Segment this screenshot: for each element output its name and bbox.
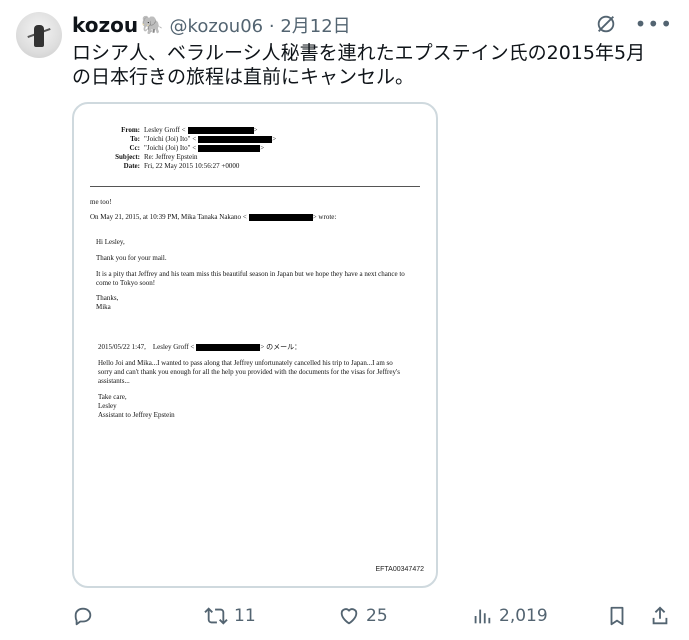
date-label: Date: (123, 162, 140, 170)
to-label: To: (130, 135, 140, 143)
email-document: From: Lesley Groff < > To: "Joichi (Joi) … (84, 114, 426, 576)
redaction-bar (198, 145, 261, 152)
sign-lesley: Lesley (98, 402, 117, 410)
from-row: From: Lesley Groff < > (84, 126, 424, 135)
tweet-date[interactable]: 2月12日 (280, 16, 350, 37)
author-handle-date: @kozou06 · 2月12日 (170, 12, 351, 38)
author-name[interactable]: kozou (72, 13, 138, 37)
share-icon (652, 606, 668, 625)
grok-icon[interactable] (595, 13, 617, 35)
retweet-icon (204, 607, 228, 625)
assistant-line: Assistant to Jeffrey Epstein (98, 411, 175, 419)
tweet-text-line-1: ロシア人、ベラルーシ人秘書を連れたエプステイン氏の2015年5月 (72, 42, 646, 64)
tweet-header: kozou 🐘 @kozou06 · 2月12日 ••• (72, 12, 673, 38)
header-icons: ••• (595, 12, 673, 36)
more-icon[interactable]: ••• (635, 12, 673, 36)
author-handle[interactable]: @kozou06 (170, 16, 264, 37)
avatar[interactable] (16, 12, 62, 58)
views-icon (474, 609, 491, 624)
greeting: Hi Lesley, (96, 238, 125, 246)
from-label: From: (121, 126, 140, 134)
date-row: Date: Fri, 22 May 2015 10:56:27 +0000 (84, 162, 424, 171)
bookmark-button[interactable] (607, 600, 627, 632)
reply-icon (74, 607, 92, 626)
from-value: Lesley Groff < (144, 126, 186, 134)
like-button[interactable]: 25 (338, 600, 388, 632)
tweet-text-line-2: の日本行きの旅程は直前にキャンセル。 (72, 66, 415, 88)
separator: · (268, 16, 275, 37)
retweet-count: 11 (234, 606, 256, 626)
thanks-line: Thanks, (96, 294, 119, 302)
cc-row: Cc: "Joichi (Joi) Ito" < > (84, 144, 424, 153)
quote-line-2: sorry and can't thank you enough for all… (98, 368, 400, 376)
cc-value: "Joichi (Joi) Ito" < (144, 144, 197, 152)
quote-line-1: Hello Joi and Mika...I wanted to pass al… (98, 359, 393, 367)
quote-line-3: assistants... (98, 377, 130, 385)
quote-header: 2015/05/22 1:47, Lesley Groff < > のメール： (98, 343, 420, 352)
to-row: To: "Joichi (Joi) Ito" < > (84, 135, 424, 144)
subject-row: Subject: Re: Jeffrey Epstein (84, 153, 424, 162)
heart-icon (340, 608, 358, 625)
on-date-prefix: On May 21, 2015, at 10:39 PM, Mika Tanak… (90, 213, 247, 221)
action-bar: 11 25 2,019 (72, 600, 672, 632)
redaction-bar (187, 127, 254, 134)
cc-label: Cc: (129, 144, 141, 152)
thanks-mail: Thank you for your mail. (96, 254, 167, 262)
views-button[interactable]: 2,019 (471, 600, 548, 632)
on-date-suffix: > wrote: (312, 213, 337, 221)
like-count: 25 (366, 606, 388, 626)
retweet-button[interactable]: 11 (204, 600, 256, 632)
take-care: Take care, (98, 393, 127, 401)
tweet-text: ロシア人、ベラルーシ人秘書を連れたエプステイン氏の2015年5月 の日本行きの旅… (72, 41, 672, 89)
reply-button[interactable] (72, 600, 94, 632)
quote-header-suffix: > のメール： (260, 343, 302, 351)
divider (90, 186, 420, 187)
quote-header-prefix: 2015/05/22 1:47, Lesley Groff < (98, 343, 195, 351)
to-value: "Joichi (Joi) Ito" < (144, 135, 197, 143)
elephant-icon: 🐘 (141, 14, 164, 36)
me-too-line: me too! (90, 198, 112, 206)
subject-value: Re: Jeffrey Epstein (144, 153, 198, 161)
pity-line-1: It is a pity that Jeffrey and his team m… (96, 270, 405, 278)
document-id: EFTA00347472 (375, 566, 424, 573)
subject-label: Subject: (115, 153, 140, 161)
redaction-bar (198, 136, 273, 143)
skier-shape (34, 25, 44, 47)
on-date-line: On May 21, 2015, at 10:39 PM, Mika Tanak… (90, 213, 420, 222)
share-button[interactable] (650, 600, 670, 632)
email-header-fields: From: Lesley Groff < > To: "Joichi (Joi) … (84, 126, 424, 171)
attached-image[interactable]: From: Lesley Groff < > To: "Joichi (Joi) … (72, 102, 438, 588)
views-count: 2,019 (499, 606, 548, 626)
pity-line-2: come to Tokyo soon! (96, 279, 156, 287)
redaction-bar (248, 214, 313, 221)
redaction-bar (196, 344, 261, 351)
date-value: Fri, 22 May 2015 10:56:27 +0000 (144, 162, 240, 170)
bookmark-icon (610, 606, 624, 626)
sign-mika: Mika (96, 303, 111, 311)
